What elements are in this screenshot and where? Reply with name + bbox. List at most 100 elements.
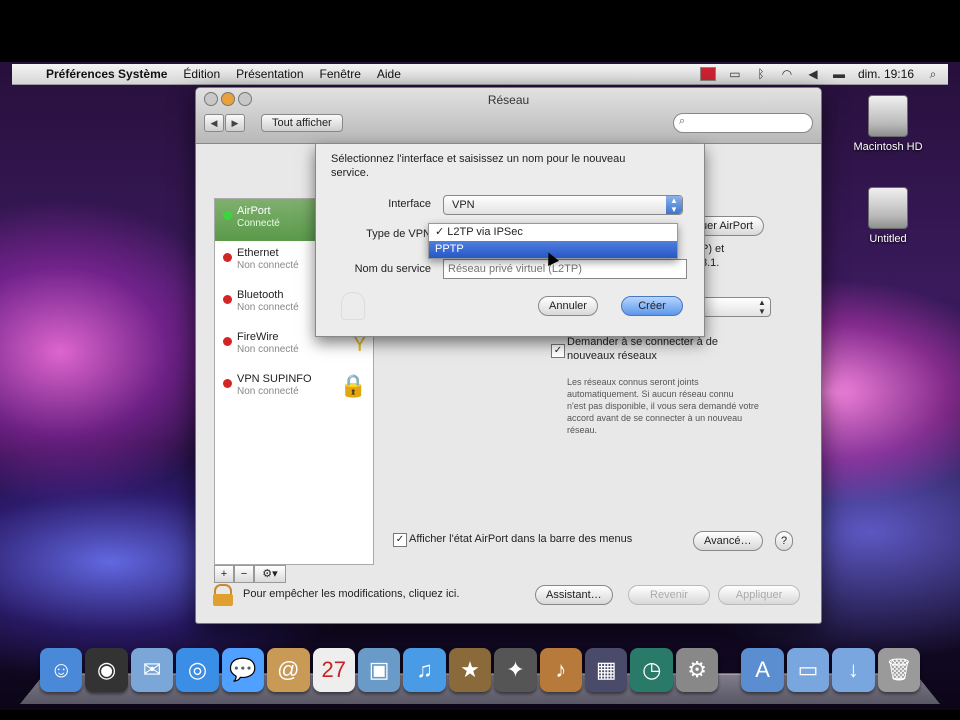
service-status: Non connecté (237, 344, 299, 355)
revert-button[interactable]: Revenir (628, 585, 710, 605)
menu-edition[interactable]: Édition (183, 67, 220, 81)
iphoto-icon[interactable]: ▣ (357, 648, 401, 692)
garageband-icon[interactable]: ♪ (539, 648, 583, 692)
lock-text: Pour empêcher les modifications, cliquez… (243, 588, 460, 600)
bluetooth-icon[interactable]: ᛒ (754, 68, 768, 80)
display-icon[interactable]: ▭ (728, 68, 742, 80)
system-preferences-icon[interactable]: ⚙ (675, 648, 719, 692)
popup-arrows-icon: ▲ ▼ (758, 298, 766, 316)
service-status: Connecté (237, 218, 280, 229)
safari-icon[interactable]: ◎ (176, 648, 219, 692)
create-button[interactable]: Créer (621, 296, 683, 316)
menu-app-name[interactable]: Préférences Système (46, 67, 167, 81)
show-airport-status-checkbox[interactable]: ✓ (393, 533, 407, 547)
menu-aide[interactable]: Aide (377, 67, 401, 81)
description-line: réseau. (567, 425, 598, 435)
interface-popup[interactable]: VPN ▲ ▼ (443, 195, 683, 215)
menu-presentation[interactable]: Présentation (236, 67, 303, 81)
menu-fenetre[interactable]: Fenêtre (320, 67, 361, 81)
show-airport-status-label: Afficher l'état AirPort dans la barre de… (409, 533, 633, 545)
service-list-toolbar: + − ⚙▾ (214, 565, 372, 583)
forward-button[interactable]: ▶ (225, 114, 245, 132)
service-name: FireWire (237, 331, 279, 343)
service-name-field[interactable]: Réseau privé virtuel (L2TP) (443, 259, 687, 279)
time-machine-icon[interactable]: ◷ (630, 648, 673, 692)
desktop-icon-macintosh-hd[interactable]: Macintosh HD (838, 95, 938, 153)
ask-join-label: nouveaux réseaux (567, 350, 657, 362)
menu-item-l2tp[interactable]: ✓ L2TP via IPSec (429, 224, 677, 241)
trash-icon[interactable]: 🗑 (877, 648, 921, 692)
downloads-folder-icon[interactable]: ↓ (832, 648, 875, 692)
description-line: automatiquement. Si aucun réseau connu (567, 389, 734, 399)
service-item-vpn-supinfo[interactable]: VPN SUPINFO Non connecté 🔒 (215, 367, 373, 409)
add-service-button[interactable]: + (214, 565, 234, 583)
status-dot (223, 253, 232, 262)
lock-body-icon (213, 594, 233, 606)
advanced-button[interactable]: Avancé… (693, 531, 763, 551)
window-title: Réseau (487, 93, 530, 107)
back-button[interactable]: ◀ (204, 114, 224, 132)
search-icon: ⌕ (679, 115, 686, 127)
menu-bar: Préférences Système Édition Présentation… (12, 64, 948, 85)
vpn-lock-icon: 🔒 (339, 373, 367, 398)
ask-join-checkbox[interactable]: ✓ (551, 344, 565, 358)
front-row-icon[interactable]: ✦ (494, 648, 537, 692)
network-name-popup[interactable]: ▲ ▼ (701, 297, 771, 317)
documents-folder-icon[interactable]: ▭ (786, 648, 830, 692)
description-line: Les réseaux connus seront joints (567, 377, 699, 387)
service-status: Non connecté (237, 302, 299, 313)
service-name: Bluetooth (237, 289, 284, 301)
status-dot (223, 295, 232, 304)
ichat-icon[interactable]: 💬 (221, 648, 265, 692)
itunes-icon[interactable]: ♫ (403, 648, 446, 692)
wifi-icon[interactable]: ◠ (780, 68, 794, 80)
spotlight-icon[interactable]: ⌕ (926, 68, 940, 80)
dock: ☺ ◉ ✉ ◎ 💬 @27 ▣ ♫ ★ ✦ ♪ ▦ ◷ ⚙ A ▭ ↓ 🗑 (40, 640, 921, 692)
apple-menu-icon[interactable] (22, 67, 36, 81)
mail-icon[interactable]: ✉ (130, 648, 174, 692)
ical-icon[interactable]: 27 (312, 648, 355, 692)
applications-folder-icon[interactable]: A (741, 648, 784, 692)
finder-icon[interactable]: ☺ (40, 648, 83, 692)
search-field[interactable]: ⌕ (673, 113, 813, 133)
service-status: Non connecté (237, 260, 299, 271)
show-all-button[interactable]: Tout afficher (261, 114, 343, 132)
remove-service-button[interactable]: − (234, 565, 254, 583)
service-name-label: Nom du service (354, 263, 431, 275)
lock-watermark-icon (341, 292, 365, 320)
interface-label: Interface (388, 198, 431, 210)
desktop-icon-untitled[interactable]: Untitled (838, 187, 938, 245)
description-line: n'est pas disponible, il vous sera deman… (567, 401, 759, 411)
ask-join-label: Demander à se connecter à de (567, 336, 719, 348)
status-dot (223, 337, 232, 346)
menu-extras: ▭ ᛒ ◠ ◀ ▬ dim. 19:16 ⌕ (699, 67, 948, 81)
imovie-icon[interactable]: ★ (448, 648, 492, 692)
hard-disk-icon (868, 95, 908, 137)
spaces-icon[interactable]: ▦ (585, 648, 628, 692)
service-name: VPN SUPINFO (237, 373, 312, 385)
interface-value: VPN (452, 199, 475, 211)
vpn-type-label: Type de VPN (366, 228, 431, 240)
service-status: Non connecté (237, 386, 299, 397)
sheet-prompt: Sélectionnez l'interface et saisissez un… (331, 153, 626, 179)
ask-join-description: Les réseaux connus seront joints automat… (567, 376, 787, 436)
status-dot (223, 379, 232, 388)
assistant-button[interactable]: Assistant… (535, 585, 613, 605)
service-actions-button[interactable]: ⚙▾ (254, 565, 286, 583)
volume-icon[interactable]: ◀ (806, 68, 820, 80)
apply-button[interactable]: Appliquer (718, 585, 800, 605)
service-name: AirPort (237, 205, 271, 217)
desktop-icon-label: Macintosh HD (853, 141, 923, 153)
menu-clock[interactable]: dim. 19:16 (858, 67, 914, 81)
dashboard-icon[interactable]: ◉ (85, 648, 128, 692)
address-book-icon[interactable]: @ (267, 648, 310, 692)
hard-disk-icon (868, 187, 908, 229)
battery-icon[interactable]: ▬ (832, 68, 846, 80)
help-button[interactable]: ? (775, 531, 793, 551)
popup-arrows-icon: ▲ ▼ (666, 196, 682, 214)
cancel-button[interactable]: Annuler (538, 296, 598, 316)
window-titlebar: Réseau ◀ ▶ Tout afficher ⌕ (196, 88, 821, 144)
desktop-icon-label: Untitled (869, 233, 907, 245)
description-line: accord avant de se connecter à un nouvea… (567, 413, 743, 423)
input-flag-icon[interactable] (699, 67, 716, 81)
